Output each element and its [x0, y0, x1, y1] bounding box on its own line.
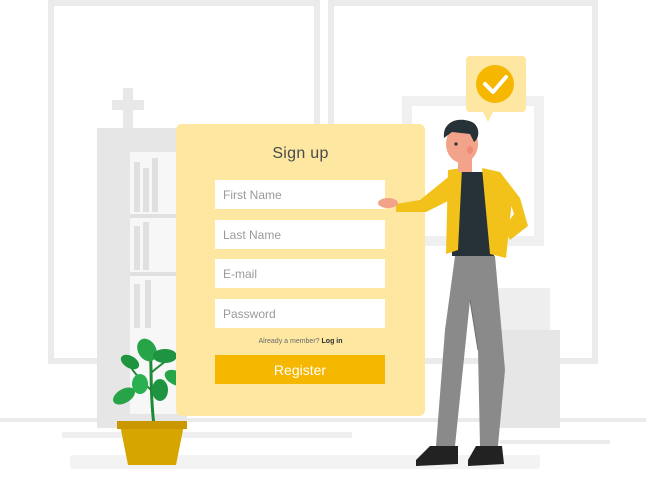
- checkmark-icon: [476, 65, 514, 103]
